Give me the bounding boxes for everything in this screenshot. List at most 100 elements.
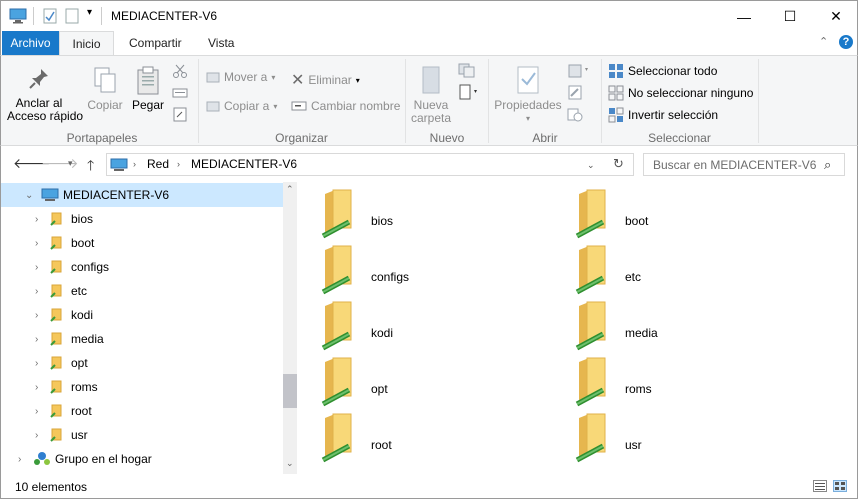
address-bar[interactable]: › Red › MEDIACENTER-V6 › ⌄ ↻ (106, 153, 634, 176)
copy-to-icon (206, 101, 220, 112)
select-all-button[interactable]: Seleccionar todo (608, 63, 717, 79)
window-title: MEDIACENTER-V6 (111, 9, 218, 23)
close-button[interactable]: ✕ (813, 1, 858, 32)
folder-tile[interactable]: etc (573, 244, 803, 295)
properties-button[interactable]: Propiedades ▾ (493, 64, 563, 125)
open-icon[interactable] (567, 62, 589, 78)
select-all-label: Seleccionar todo (628, 64, 718, 78)
new-folder-quick-icon[interactable] (65, 8, 79, 26)
nav-item-folder[interactable]: › bios (1, 207, 283, 231)
paste-shortcut-icon[interactable] (172, 106, 188, 122)
refresh-icon[interactable]: ↻ (613, 156, 624, 172)
delete-button[interactable]: ✕ Eliminar ▾ (291, 70, 360, 90)
shared-folder-icon (50, 428, 62, 442)
properties-quick-icon[interactable] (43, 8, 57, 26)
nav-item-folder[interactable]: › media (1, 327, 283, 351)
nav-item-folder[interactable]: › kodi (1, 303, 283, 327)
tab-view[interactable]: Vista (198, 31, 244, 55)
folder-tile-label: opt (371, 382, 388, 396)
folder-tile[interactable]: roms (573, 356, 803, 407)
nav-item-folder[interactable]: › etc (1, 279, 283, 303)
details-view-icon[interactable] (813, 480, 827, 492)
tab-home[interactable]: Inicio (59, 31, 114, 56)
shared-folder-icon (50, 356, 62, 370)
folder-tile[interactable]: root (319, 412, 549, 463)
expand-chevron-icon[interactable]: › (35, 382, 38, 393)
folder-tile[interactable]: media (573, 300, 803, 351)
delete-icon: ✕ (291, 72, 305, 89)
nav-item-label: configs (71, 260, 110, 274)
expand-chevron-icon[interactable]: › (35, 286, 38, 297)
copy-button[interactable]: Copiar (87, 66, 123, 112)
folder-tile[interactable]: bios (319, 188, 549, 239)
folder-tile-label: roms (625, 382, 652, 396)
folder-tile[interactable]: opt (319, 356, 549, 407)
expand-chevron-icon[interactable]: › (35, 430, 38, 441)
copy-path-icon[interactable] (172, 86, 188, 100)
nav-item-folder[interactable]: › boot (1, 231, 283, 255)
shared-folder-icon (50, 284, 62, 298)
expand-chevron-icon[interactable]: › (35, 406, 38, 417)
history-icon[interactable] (567, 106, 583, 122)
nav-item-folder[interactable]: › configs (1, 255, 283, 279)
nav-item-homegroup[interactable]: › Grupo en el hogar (1, 447, 283, 471)
edit-icon[interactable] (567, 84, 583, 100)
paste-button[interactable]: Pegar (131, 66, 165, 112)
expand-chevron-icon[interactable]: ⌄ (25, 190, 33, 201)
collapse-ribbon-icon[interactable]: ⌃ (819, 35, 828, 48)
scroll-up-icon[interactable]: ⌃ (286, 184, 294, 195)
select-none-button[interactable]: No seleccionar ninguno (608, 85, 753, 101)
address-history-icon[interactable]: ⌄ (587, 160, 595, 171)
expand-chevron-icon[interactable]: › (35, 214, 38, 225)
pin-quick-access-button[interactable]: Anclar al Acceso rápido (7, 66, 83, 123)
nav-item-label: boot (71, 236, 95, 250)
search-input[interactable]: Buscar en MEDIACENTER-V6 ⌕ (643, 153, 845, 176)
tab-file[interactable]: Archivo (2, 31, 59, 55)
expand-chevron-icon[interactable]: › (35, 334, 38, 345)
easy-access-icon[interactable] (457, 84, 479, 100)
tab-share[interactable]: Compartir (119, 31, 192, 55)
shared-folder-icon (50, 236, 62, 250)
expand-chevron-icon[interactable]: › (35, 262, 38, 273)
minimize-button[interactable]: — (721, 1, 767, 32)
expand-chevron-icon[interactable]: › (35, 310, 38, 321)
copy-to-button[interactable]: Copiar a ▾ (206, 99, 277, 113)
folder-tile-label: root (371, 438, 392, 452)
new-item-icon[interactable] (457, 62, 477, 78)
move-to-button[interactable]: Mover a ▾ (206, 70, 275, 84)
recent-locations-icon[interactable]: ▾ (68, 158, 73, 169)
nav-item-folder[interactable]: › opt (1, 351, 283, 375)
folder-tile[interactable]: boot (573, 188, 803, 239)
shared-folder-icon (575, 413, 606, 463)
folder-tile[interactable]: usr (573, 412, 803, 463)
select-all-icon (609, 64, 623, 78)
scroll-down-icon[interactable]: ⌄ (286, 458, 294, 469)
nav-item-folder[interactable]: › usr (1, 423, 283, 447)
nav-item-folder[interactable]: › root (1, 399, 283, 423)
nav-scroll-thumb[interactable] (283, 374, 298, 408)
cut-icon[interactable] (172, 63, 188, 79)
search-icon[interactable]: ⌕ (824, 157, 831, 173)
paste-label: Pegar (131, 98, 165, 112)
breadcrumb-computer[interactable]: MEDIACENTER-V6 (191, 157, 297, 171)
nav-item-folder[interactable]: › roms (1, 375, 283, 399)
up-arrow-icon[interactable]: 🡑 (87, 155, 94, 179)
invert-selection-button[interactable]: Invertir selección (608, 107, 718, 123)
new-folder-button[interactable]: Nueva carpeta (409, 64, 453, 125)
expand-chevron-icon[interactable]: › (35, 238, 38, 249)
customize-quick-access-icon[interactable]: ▾ (87, 7, 92, 25)
folder-tile[interactable]: kodi (319, 300, 549, 351)
rename-button[interactable]: Cambiar nombre (291, 99, 400, 113)
large-icons-view-icon[interactable] (833, 480, 847, 492)
nav-item-mediacenter[interactable]: ⌄ MEDIACENTER-V6 (1, 183, 283, 207)
expand-chevron-icon[interactable]: › (18, 454, 21, 465)
breadcrumb-network[interactable]: Red (147, 157, 169, 171)
maximize-button[interactable]: ☐ (767, 1, 813, 32)
folder-tile[interactable]: configs (319, 244, 549, 295)
shared-folder-icon (321, 301, 352, 351)
nav-item-label: bios (71, 212, 94, 226)
navigation-pane: ⌄ MEDIACENTER-V6 › bios › boot › configs › etc › ko… (0, 182, 298, 474)
expand-chevron-icon[interactable]: › (35, 358, 38, 369)
nav-scrollbar[interactable]: ⌃ ⌄ (283, 182, 298, 474)
help-button[interactable]: ? (839, 35, 853, 49)
